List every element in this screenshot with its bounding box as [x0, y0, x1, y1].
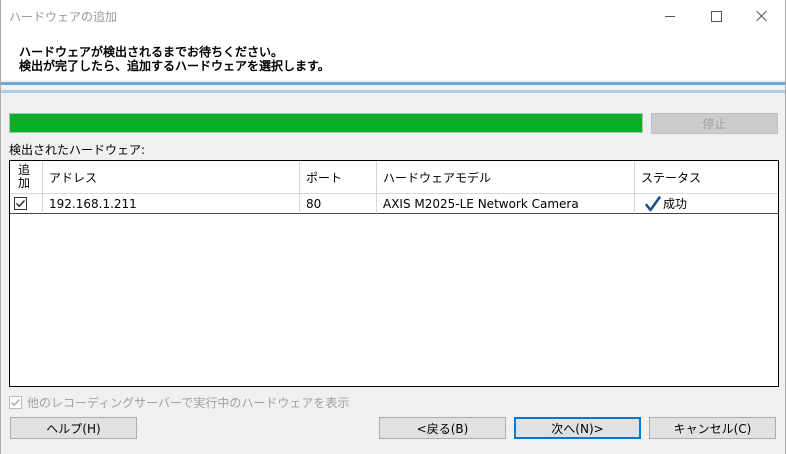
table-row[interactable]: 192.168.1.211 80 AXIS M2025-LE Network C… [10, 194, 778, 214]
column-header-add-line2: 加 [18, 176, 31, 190]
stop-button[interactable]: 停止 [651, 113, 778, 134]
close-icon [756, 10, 768, 22]
instruction-line-2: 検出が完了したら、追加するハードウェアを選択します。 [19, 59, 330, 73]
checkmark-icon [16, 200, 26, 208]
row-status: 成功 [663, 197, 688, 211]
header-divider [1, 82, 785, 85]
row-address: 192.168.1.211 [43, 194, 300, 214]
show-other-label: 他のレコーディングサーバーで実行中のハードウェアを表示 [27, 396, 350, 410]
detection-progress-bar [9, 113, 643, 133]
maximize-icon [710, 10, 722, 22]
next-button[interactable]: 次へ(N)> [514, 417, 641, 439]
minimize-button[interactable] [647, 0, 693, 32]
table-header: 追 加 アドレス ポート ハードウェアモデル ステータス [10, 161, 778, 194]
column-header-add[interactable]: 追 加 [10, 161, 43, 194]
back-button[interactable]: <戻る(B) [379, 417, 506, 439]
progress-fill [10, 114, 642, 132]
row-add-checkbox[interactable] [14, 197, 27, 210]
column-header-status[interactable]: ステータス [635, 161, 778, 194]
show-other-hardware-option[interactable]: 他のレコーディングサーバーで実行中のハードウェアを表示 [9, 394, 349, 411]
hardware-table: 追 加 アドレス ポート ハードウェアモデル ステータス 192.168.1.2… [9, 160, 779, 387]
row-add-cell [10, 194, 43, 214]
close-button[interactable] [739, 0, 785, 32]
title-bar: ハードウェアの追加 [1, 0, 785, 32]
minimize-icon [665, 15, 675, 17]
add-hardware-dialog: ハードウェアの追加 ハードウェアが検出されるまでお待ちください。 検出が完了した… [0, 0, 786, 454]
row-port: 80 [300, 194, 377, 214]
success-check-icon [645, 195, 661, 211]
header-divider-light [1, 90, 785, 93]
instruction-header: ハードウェアが検出されるまでお待ちください。 検出が完了したら、追加するハードウ… [1, 32, 785, 80]
show-other-checkbox[interactable] [9, 396, 22, 409]
row-status-cell: 成功 [635, 194, 778, 214]
column-header-model[interactable]: ハードウェアモデル [377, 161, 635, 194]
maximize-button[interactable] [693, 0, 739, 32]
window-title: ハードウェアの追加 [9, 10, 118, 24]
checkmark-icon [11, 399, 21, 407]
column-header-port[interactable]: ポート [300, 161, 377, 194]
row-model: AXIS M2025-LE Network Camera [377, 194, 635, 214]
help-button[interactable]: ヘルプ(H) [10, 417, 137, 439]
detected-hardware-label: 検出されたハードウェア: [9, 143, 146, 157]
column-header-address[interactable]: アドレス [43, 161, 300, 194]
cancel-button[interactable]: キャンセル(C) [649, 417, 776, 439]
